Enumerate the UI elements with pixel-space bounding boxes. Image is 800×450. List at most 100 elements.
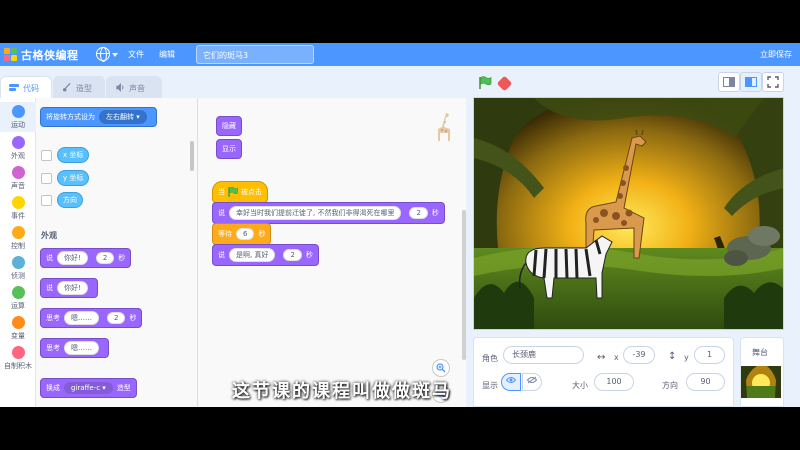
tab-label: 造型	[76, 84, 92, 93]
wait-block[interactable]: 等待 6 秒	[212, 223, 272, 245]
block-label: 将旋转方式设为	[46, 113, 95, 121]
tab-costumes[interactable]: 造型	[53, 76, 105, 98]
palette-scrollbar[interactable]	[190, 141, 194, 171]
set-rotation-style-block[interactable]: 将旋转方式设为 左右翻转 ▾	[40, 107, 157, 127]
sprite-name-input[interactable]: 长颈鹿	[503, 346, 584, 364]
file-menu[interactable]: 文件	[128, 49, 144, 60]
secs-input[interactable]: 2	[283, 249, 302, 261]
category-my-blocks[interactable]: 自制积木	[0, 346, 36, 371]
think-text-input[interactable]: 嗯……	[64, 311, 99, 325]
costume-dropdown[interactable]: giraffe-c ▾	[64, 382, 113, 394]
hide-sprite-toggle[interactable]	[522, 373, 542, 391]
y-position-reporter[interactable]: y 坐标	[57, 170, 90, 186]
block-label: 造型	[116, 384, 131, 392]
scratch-window: 古格侠编程 文件 编辑 它们的斑马3 立即保存 代码 造型 声音 运动 外观 声…	[0, 43, 800, 407]
secs-input[interactable]: 2	[95, 252, 115, 264]
say-block[interactable]: 说 你好!	[40, 278, 98, 298]
say-text-input[interactable]: 你好!	[57, 281, 88, 295]
category-dot	[11, 316, 25, 329]
fullscreen-button[interactable]	[762, 72, 784, 92]
show-sprite-toggle[interactable]	[501, 373, 521, 391]
rotation-style-dropdown[interactable]: 左右翻转 ▾	[99, 110, 147, 124]
category-dot	[11, 196, 25, 209]
x-label: x	[614, 353, 619, 362]
looks-section-header: 外观	[41, 231, 57, 240]
tab-sounds[interactable]: 声音	[106, 76, 162, 98]
category-dot	[11, 226, 25, 239]
say-for-secs-block[interactable]: 说 幸好当时我们提前迁徙了, 不然我们非得渴死在哪里 2 秒	[212, 202, 445, 224]
say-text-input[interactable]: 你好!	[57, 251, 88, 265]
y-position-input[interactable]: 1	[694, 346, 725, 364]
edit-menu[interactable]: 编辑	[159, 49, 175, 60]
say-for-secs-block[interactable]: 说 你好! 2 秒	[40, 248, 132, 268]
secs-input[interactable]: 2	[409, 207, 428, 219]
stop-button[interactable]	[496, 75, 513, 92]
menu-bar: 古格侠编程 文件 编辑 它们的斑马3 立即保存	[0, 43, 800, 66]
direction-reporter[interactable]: 方向	[57, 192, 83, 208]
x-position-reporter[interactable]: x 坐标	[57, 147, 90, 163]
category-control[interactable]: 控制	[0, 226, 36, 251]
stage-label: 舞台	[752, 348, 768, 357]
secs-input[interactable]: 6	[236, 228, 255, 240]
block-label: 秒	[258, 230, 266, 238]
tab-code[interactable]: 代码	[0, 76, 52, 98]
stage-canvas[interactable]	[473, 97, 784, 330]
category-looks[interactable]: 外观	[0, 136, 36, 161]
switch-costume-block[interactable]: 换成 giraffe-c ▾ 造型	[40, 378, 137, 398]
hide-block[interactable]: 隐藏	[216, 116, 242, 136]
zoom-in-icon	[436, 363, 446, 373]
speaker-icon	[116, 83, 124, 92]
large-stage-icon	[745, 77, 757, 87]
category-motion[interactable]: 运动	[0, 102, 36, 132]
small-stage-icon	[723, 77, 735, 87]
category-variables[interactable]: 变量	[0, 316, 36, 341]
category-dot	[11, 166, 25, 179]
block-label: 秒	[129, 314, 137, 322]
block-label: 秒	[431, 209, 439, 217]
say-text-input[interactable]: 是啊, 真好	[229, 248, 276, 262]
save-now-button[interactable]: 立即保存	[760, 49, 792, 60]
savanna-backdrop-image	[474, 98, 783, 329]
when-flag-clicked-block[interactable]: 当 被点击	[212, 181, 268, 203]
script-scrollbar[interactable]	[462, 210, 466, 360]
secs-input[interactable]: 2	[107, 312, 126, 324]
say-text-input[interactable]: 幸好当时我们提前迁徙了, 不然我们非得渴死在哪里	[229, 206, 402, 220]
direction-checkbox[interactable]	[41, 195, 52, 206]
category-dot	[11, 105, 25, 118]
video-subtitle: 这节课的课程叫做做斑马	[232, 381, 452, 402]
think-for-secs-block[interactable]: 思考 嗯…… 2 秒	[40, 308, 143, 328]
category-sound[interactable]: 声音	[0, 166, 36, 191]
category-events[interactable]: 事件	[0, 196, 36, 221]
brush-icon	[62, 83, 71, 92]
think-text-input[interactable]: 嗯……	[64, 341, 99, 355]
project-title-input[interactable]: 它们的斑马3	[196, 45, 314, 64]
block-label: 思考	[46, 314, 60, 322]
code-icon	[9, 84, 19, 91]
category-menu: 运动 外观 声音 事件 控制 侦测 运算 变量 自制积木	[0, 98, 36, 407]
block-label: 秒	[305, 251, 313, 259]
category-label: 侦测	[11, 272, 25, 280]
block-label: 说	[46, 254, 53, 262]
small-stage-button[interactable]	[718, 72, 740, 92]
category-label: 外观	[11, 152, 25, 160]
block-label: 秒	[118, 254, 126, 262]
stage-backdrop-thumbnail[interactable]	[741, 366, 781, 398]
large-stage-button[interactable]	[740, 72, 762, 92]
y-position-checkbox[interactable]	[41, 173, 52, 184]
block-label: 被点击	[241, 188, 262, 196]
language-globe-icon[interactable]	[96, 47, 110, 62]
x-position-input[interactable]: -39	[623, 346, 655, 364]
say-for-secs-block[interactable]: 说 是啊, 真好 2 秒	[212, 244, 319, 266]
direction-input[interactable]: 90	[686, 373, 725, 391]
think-block[interactable]: 思考 嗯……	[40, 338, 109, 358]
show-block[interactable]: 显示	[216, 139, 242, 159]
category-sensing[interactable]: 侦测	[0, 256, 36, 281]
block-label: 等待	[218, 230, 232, 238]
x-position-checkbox[interactable]	[41, 150, 52, 161]
green-flag-button[interactable]	[478, 76, 492, 90]
logo[interactable]: 古格侠编程	[4, 47, 79, 62]
size-input[interactable]: 100	[594, 373, 634, 391]
size-label: 大小	[572, 381, 588, 390]
category-operators[interactable]: 运算	[0, 286, 36, 311]
zoom-in-button[interactable]	[432, 359, 450, 377]
